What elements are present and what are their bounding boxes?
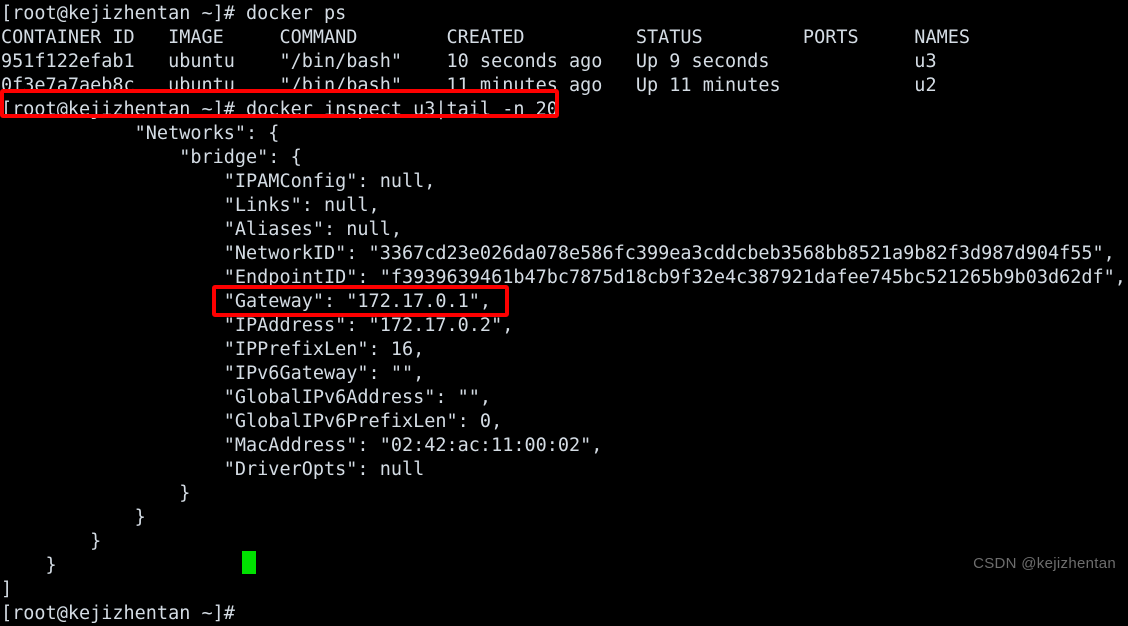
terminal-line: "DriverOpts": null <box>1 459 425 480</box>
terminal-line: } <box>1 483 191 504</box>
terminal-line: "Aliases": null, <box>1 219 402 240</box>
terminal-line: "GlobalIPv6PrefixLen": 0, <box>1 411 503 432</box>
terminal-line: } <box>1 555 57 576</box>
terminal-line: "bridge": { <box>1 147 302 168</box>
terminal-line: "IPAddress": "172.17.0.2", <box>1 315 514 336</box>
terminal-line: "EndpointID": "f3939639461b47bc7875d18cb… <box>1 267 1126 288</box>
terminal-line: "Networks": { <box>1 123 280 144</box>
terminal-line: "IPAMConfig": null, <box>1 171 436 192</box>
terminal-line: "GlobalIPv6Address": "", <box>1 387 492 408</box>
terminal-line: CONTAINER ID IMAGE COMMAND CREATED STATU… <box>1 27 971 48</box>
terminal-line: "Links": null, <box>1 195 380 216</box>
terminal-line: "Gateway": "172.17.0.1", <box>1 291 492 312</box>
terminal-line: "IPv6Gateway": "", <box>1 363 425 384</box>
terminal-line: [root@kejizhentan ~]# docker ps <box>1 3 347 24</box>
terminal-line: } <box>1 531 102 552</box>
terminal-line: 951f122efab1 ubuntu "/bin/bash" 10 secon… <box>1 51 937 72</box>
terminal-line: "MacAddress": "02:42:ac:11:00:02", <box>1 435 603 456</box>
terminal-line: [root@kejizhentan ~]# docker inspect u3|… <box>1 99 558 120</box>
watermark: CSDN @kejizhentan <box>973 555 1116 572</box>
terminal-output: [root@kejizhentan ~]# docker ps CONTAINE… <box>0 2 1128 626</box>
terminal-line: 0f3e7a7aeb8c ubuntu "/bin/bash" 11 minut… <box>1 75 937 96</box>
terminal-line: "IPPrefixLen": 16, <box>1 339 425 360</box>
terminal-window[interactable]: [root@kejizhentan ~]# docker ps CONTAINE… <box>0 0 1128 624</box>
terminal-line: } <box>1 507 146 528</box>
terminal-line: "NetworkID": "3367cd23e026da078e586fc399… <box>1 243 1115 264</box>
terminal-cursor <box>242 551 256 574</box>
terminal-prompt-line: [root@kejizhentan ~]# <box>1 603 247 624</box>
